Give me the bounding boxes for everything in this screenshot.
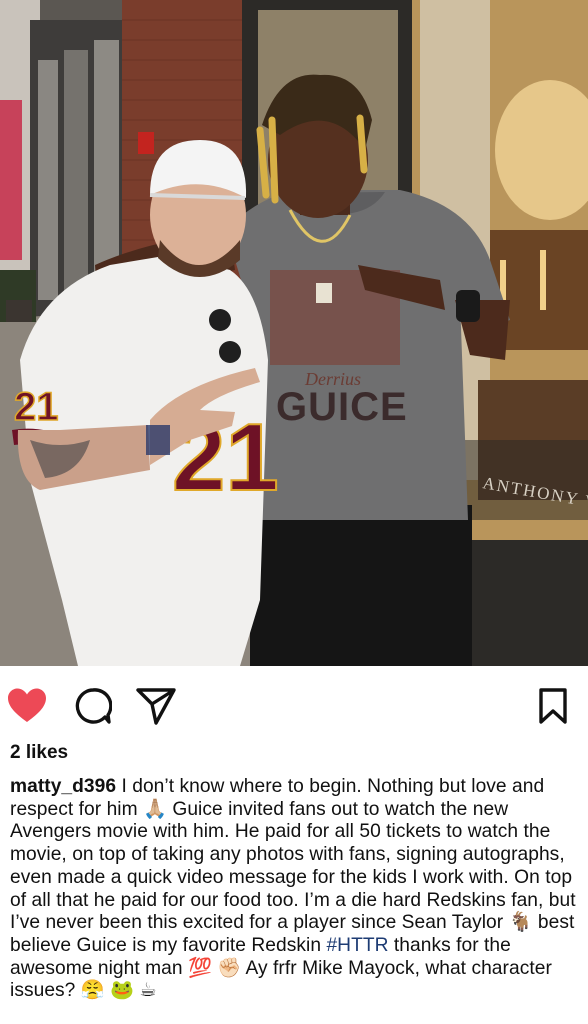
post-caption: matty_d396 I don’t know where to begin. … — [10, 776, 580, 1003]
sleeve-number: 21 — [14, 385, 59, 429]
caption-hashtag[interactable]: #HTTR — [326, 935, 388, 956]
photo-illustration: ANTHONY V Derrius GUICE 21 21 — [0, 0, 588, 666]
save-button[interactable] — [533, 686, 573, 726]
caption-text: I don’t know where to begin. Nothing but… — [10, 776, 576, 956]
paper-plane-icon — [136, 688, 176, 725]
comment-button[interactable] — [73, 686, 113, 726]
share-button[interactable] — [136, 686, 176, 726]
bookmark-icon — [539, 688, 567, 724]
post-photo[interactable]: ANTHONY V Derrius GUICE 21 21 — [0, 0, 588, 666]
post-action-bar — [0, 666, 588, 744]
likes-count[interactable]: 2 likes — [10, 742, 68, 764]
shirt-guice-text: GUICE — [276, 385, 408, 429]
speech-bubble-icon — [75, 688, 112, 724]
heart-icon — [8, 688, 46, 722]
caption-username[interactable]: matty_d396 — [10, 776, 116, 797]
like-button[interactable] — [7, 686, 47, 726]
